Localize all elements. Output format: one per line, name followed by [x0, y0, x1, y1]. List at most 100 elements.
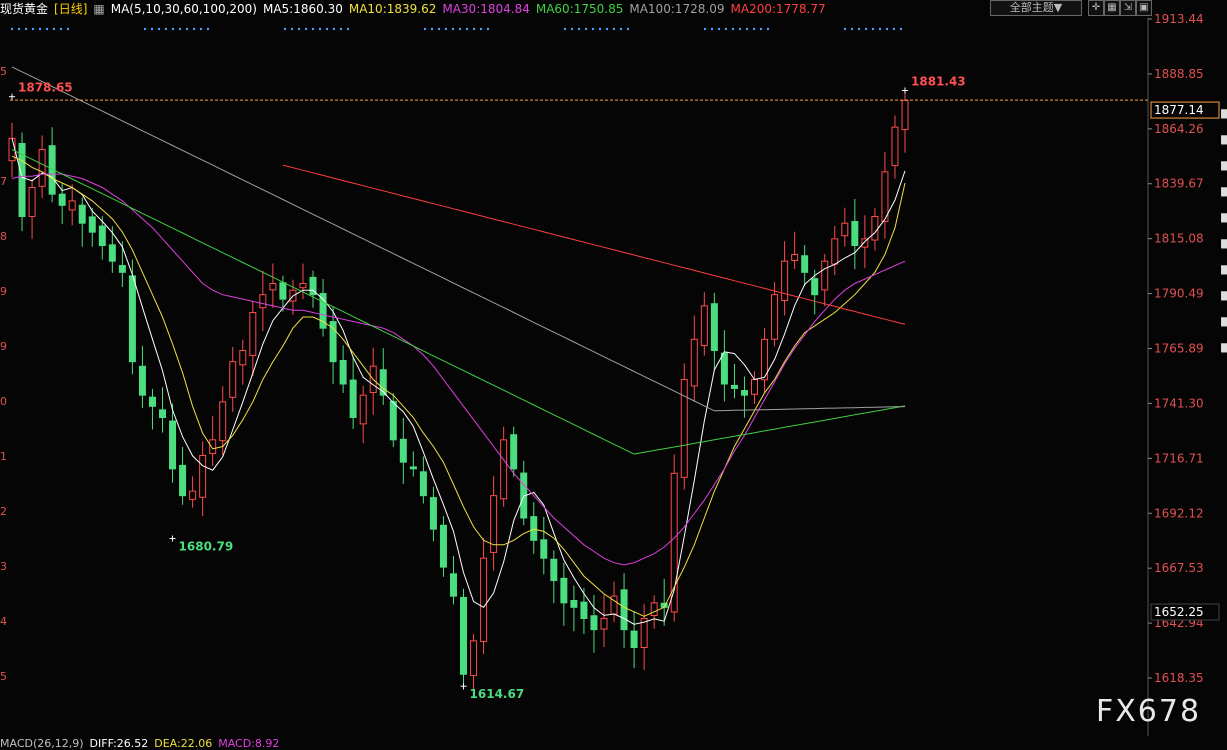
candle-body — [650, 602, 658, 617]
candle-body — [590, 615, 598, 631]
signal-dot — [45, 27, 49, 31]
candle-body — [169, 420, 177, 470]
left-edge-label: 2 — [0, 505, 7, 518]
candle-body — [78, 204, 86, 224]
candle-body — [299, 283, 307, 289]
left-edge-label: 4 — [0, 615, 7, 628]
signal-dot — [304, 27, 308, 31]
signal-dot — [311, 27, 315, 31]
candle-body — [801, 255, 809, 273]
signal-dot — [703, 27, 707, 31]
candle-body — [460, 596, 468, 675]
watermark-logo: FX678 — [1096, 694, 1202, 729]
annotation-label: 1881.43 — [911, 74, 966, 88]
candle-body — [811, 278, 819, 296]
y-tick-label: 1667.53 — [1154, 561, 1204, 575]
signal-dot — [17, 27, 21, 31]
candle-body — [28, 186, 36, 217]
signal-dot — [283, 27, 287, 31]
signal-dot — [290, 27, 294, 31]
ma30-line — [11, 173, 906, 566]
y-tick-label: 1618.35 — [1154, 671, 1204, 685]
candle-body — [229, 361, 237, 398]
signal-dot — [899, 27, 903, 31]
macd-indicator-bar: MACD(26,12,9) DIFF:26.52 DEA:22.06 MACD:8.9… — [0, 738, 285, 750]
candle-body — [189, 490, 197, 500]
signal-dot — [430, 27, 434, 31]
indicator-item-2: DEA:22.06 — [154, 737, 213, 750]
candle-body — [530, 516, 538, 541]
signal-dot — [38, 27, 42, 31]
signal-dot — [199, 27, 203, 31]
signal-dot — [731, 27, 735, 31]
signal-dot — [171, 27, 175, 31]
left-edge-label: 5 — [0, 65, 7, 78]
left-edge-label: 8 — [0, 230, 7, 243]
candle-body — [851, 220, 859, 247]
signal-dot — [738, 27, 742, 31]
signal-dot — [612, 27, 616, 31]
candle-body — [871, 216, 879, 241]
left-edge-label: 0 — [0, 395, 7, 408]
signal-dot — [591, 27, 595, 31]
signal-dot — [339, 27, 343, 31]
price-plot[interactable]: 1913.44 1888.85 1864.26 1839.67 1815.08 1790.… — [0, 0, 1227, 748]
signal-dot — [444, 27, 448, 31]
candle-body — [249, 312, 257, 356]
signal-dot — [24, 27, 28, 31]
candle-body — [88, 216, 96, 233]
candle-body — [118, 265, 126, 273]
signal-dot — [451, 27, 455, 31]
signal-dot — [31, 27, 35, 31]
signal-dot — [157, 27, 161, 31]
candle-body — [259, 294, 267, 309]
signal-dot — [164, 27, 168, 31]
y-tick-label: 1790.49 — [1154, 287, 1204, 301]
signal-dot — [346, 27, 350, 31]
candle-body — [179, 464, 187, 497]
signal-dot — [598, 27, 602, 31]
candle-body — [500, 439, 508, 500]
signal-dot — [619, 27, 623, 31]
candle-body — [750, 379, 758, 395]
candle-body — [449, 573, 457, 597]
signal-dot — [192, 27, 196, 31]
y-tick-label: 1741.30 — [1154, 396, 1204, 410]
candle-body — [550, 558, 558, 582]
ma5-line — [11, 138, 906, 625]
signal-dot — [325, 27, 329, 31]
candle-body — [159, 409, 167, 418]
candle-body — [891, 126, 899, 167]
candle-body — [219, 401, 227, 442]
candlestick-chart[interactable]: 现货黄金 [日线] ▦ MA(5,10,30,60,100,200) MA5:1860.… — [0, 0, 1227, 750]
candle-body — [108, 244, 116, 262]
side-value-label: 1652.25 — [1154, 605, 1204, 619]
annotation-label: 1614.67 — [470, 687, 525, 701]
candle-body — [68, 200, 76, 211]
right-side-panel[interactable]: ■ ■ ■ ■ ■ ■ ■ ■ ■ ■ — [1220, 100, 1227, 360]
signal-dot — [843, 27, 847, 31]
candle-body — [540, 539, 548, 559]
candle-body — [419, 471, 427, 497]
candle-body — [600, 617, 608, 630]
left-edge-label: 9 — [0, 285, 7, 298]
ma60-line — [11, 149, 906, 455]
candle-body — [199, 454, 207, 498]
candle-body — [38, 149, 46, 187]
signal-dot — [850, 27, 854, 31]
y-tick-label: 1716.71 — [1154, 451, 1204, 465]
left-edge-label: 7 — [0, 175, 7, 188]
signal-dot — [885, 27, 889, 31]
candle-body — [700, 305, 708, 347]
candle-body — [510, 434, 518, 470]
indicator-item-3: MACD:8.92 — [218, 737, 280, 750]
signal-dot — [570, 27, 574, 31]
candle-body — [98, 225, 106, 247]
signal-dot — [710, 27, 714, 31]
y-tick-label: 1888.85 — [1154, 67, 1204, 81]
candle-body — [560, 577, 568, 604]
candle-body — [480, 557, 488, 642]
annotation-label: 1680.79 — [179, 540, 234, 554]
y-tick-label: 1913.44 — [1154, 12, 1204, 26]
candle-body — [279, 282, 287, 300]
